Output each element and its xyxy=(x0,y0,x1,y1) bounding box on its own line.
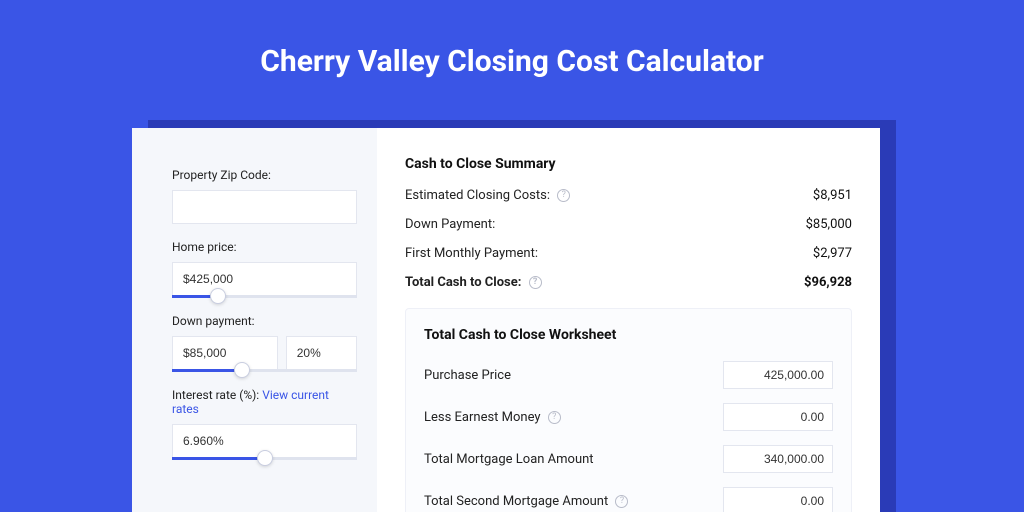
help-icon[interactable]: ? xyxy=(548,411,561,424)
summary-row-value: $2,977 xyxy=(813,246,852,261)
worksheet-row-input[interactable] xyxy=(723,403,833,431)
help-icon[interactable]: ? xyxy=(529,276,542,289)
zip-label: Property Zip Code: xyxy=(172,168,357,182)
zip-input[interactable] xyxy=(172,190,357,224)
interest-rate-label-text: Interest rate (%): xyxy=(172,388,262,402)
worksheet-row: Purchase Price xyxy=(424,361,833,389)
zip-field: Property Zip Code: xyxy=(172,168,357,224)
slider-fill xyxy=(172,369,242,372)
page-title: Cherry Valley Closing Cost Calculator xyxy=(0,0,1024,79)
summary-row-label: Estimated Closing Costs: ? xyxy=(405,188,570,203)
down-payment-slider[interactable] xyxy=(172,369,357,372)
slider-thumb[interactable] xyxy=(210,288,226,304)
worksheet-row-label: Purchase Price xyxy=(424,368,511,383)
label-text: Total Cash to Close: xyxy=(405,275,521,290)
worksheet-row: Total Second Mortgage Amount ? xyxy=(424,487,833,512)
home-price-input[interactable] xyxy=(172,262,357,296)
worksheet-row-input[interactable] xyxy=(723,361,833,389)
slider-thumb[interactable] xyxy=(257,450,273,466)
worksheet-row-input[interactable] xyxy=(723,445,833,473)
summary-row: Estimated Closing Costs: ? $8,951 xyxy=(405,188,852,203)
label-text: Estimated Closing Costs: xyxy=(405,188,550,203)
summary-heading: Cash to Close Summary xyxy=(405,156,852,172)
worksheet-row: Total Mortgage Loan Amount xyxy=(424,445,833,473)
interest-rate-label: Interest rate (%): View current rates xyxy=(172,388,357,416)
calculator-card: Property Zip Code: Home price: Down paym… xyxy=(132,128,880,512)
summary-row: First Monthly Payment: $2,977 xyxy=(405,246,852,261)
worksheet-panel: Total Cash to Close Worksheet Purchase P… xyxy=(405,308,852,512)
inputs-sidebar: Property Zip Code: Home price: Down paym… xyxy=(132,128,377,512)
summary-row: Down Payment: $85,000 xyxy=(405,217,852,232)
summary-total-value: $96,928 xyxy=(804,275,852,290)
help-icon[interactable]: ? xyxy=(615,495,628,508)
help-icon[interactable]: ? xyxy=(557,189,570,202)
label-text: Total Second Mortgage Amount xyxy=(424,494,608,509)
cash-to-close-summary: Cash to Close Summary Estimated Closing … xyxy=(405,156,852,290)
worksheet-row-label: Less Earnest Money ? xyxy=(424,410,561,425)
worksheet-row-label: Total Mortgage Loan Amount xyxy=(424,452,594,467)
home-price-field: Home price: xyxy=(172,240,357,298)
summary-total-label: Total Cash to Close: ? xyxy=(405,275,542,290)
down-payment-pct-input[interactable] xyxy=(286,336,357,370)
interest-rate-slider[interactable] xyxy=(172,457,357,460)
page-background: Cherry Valley Closing Cost Calculator Pr… xyxy=(0,0,1024,512)
slider-fill xyxy=(172,457,265,460)
worksheet-heading: Total Cash to Close Worksheet xyxy=(424,327,833,343)
summary-row-value: $85,000 xyxy=(806,217,852,232)
worksheet-row-input[interactable] xyxy=(723,487,833,512)
down-payment-label: Down payment: xyxy=(172,314,357,328)
slider-thumb[interactable] xyxy=(234,362,250,378)
worksheet-row-label: Total Second Mortgage Amount ? xyxy=(424,494,628,509)
results-area: Cash to Close Summary Estimated Closing … xyxy=(377,128,880,512)
interest-rate-field: Interest rate (%): View current rates xyxy=(172,388,357,460)
home-price-slider[interactable] xyxy=(172,295,357,298)
label-text: Less Earnest Money xyxy=(424,410,541,425)
down-payment-field: Down payment: xyxy=(172,314,357,372)
summary-total-row: Total Cash to Close: ? $96,928 xyxy=(405,275,852,290)
worksheet-row: Less Earnest Money ? xyxy=(424,403,833,431)
down-payment-input[interactable] xyxy=(172,336,278,370)
summary-row-label: Down Payment: xyxy=(405,217,495,232)
summary-row-value: $8,951 xyxy=(813,188,852,203)
summary-row-label: First Monthly Payment: xyxy=(405,246,538,261)
home-price-label: Home price: xyxy=(172,240,357,254)
